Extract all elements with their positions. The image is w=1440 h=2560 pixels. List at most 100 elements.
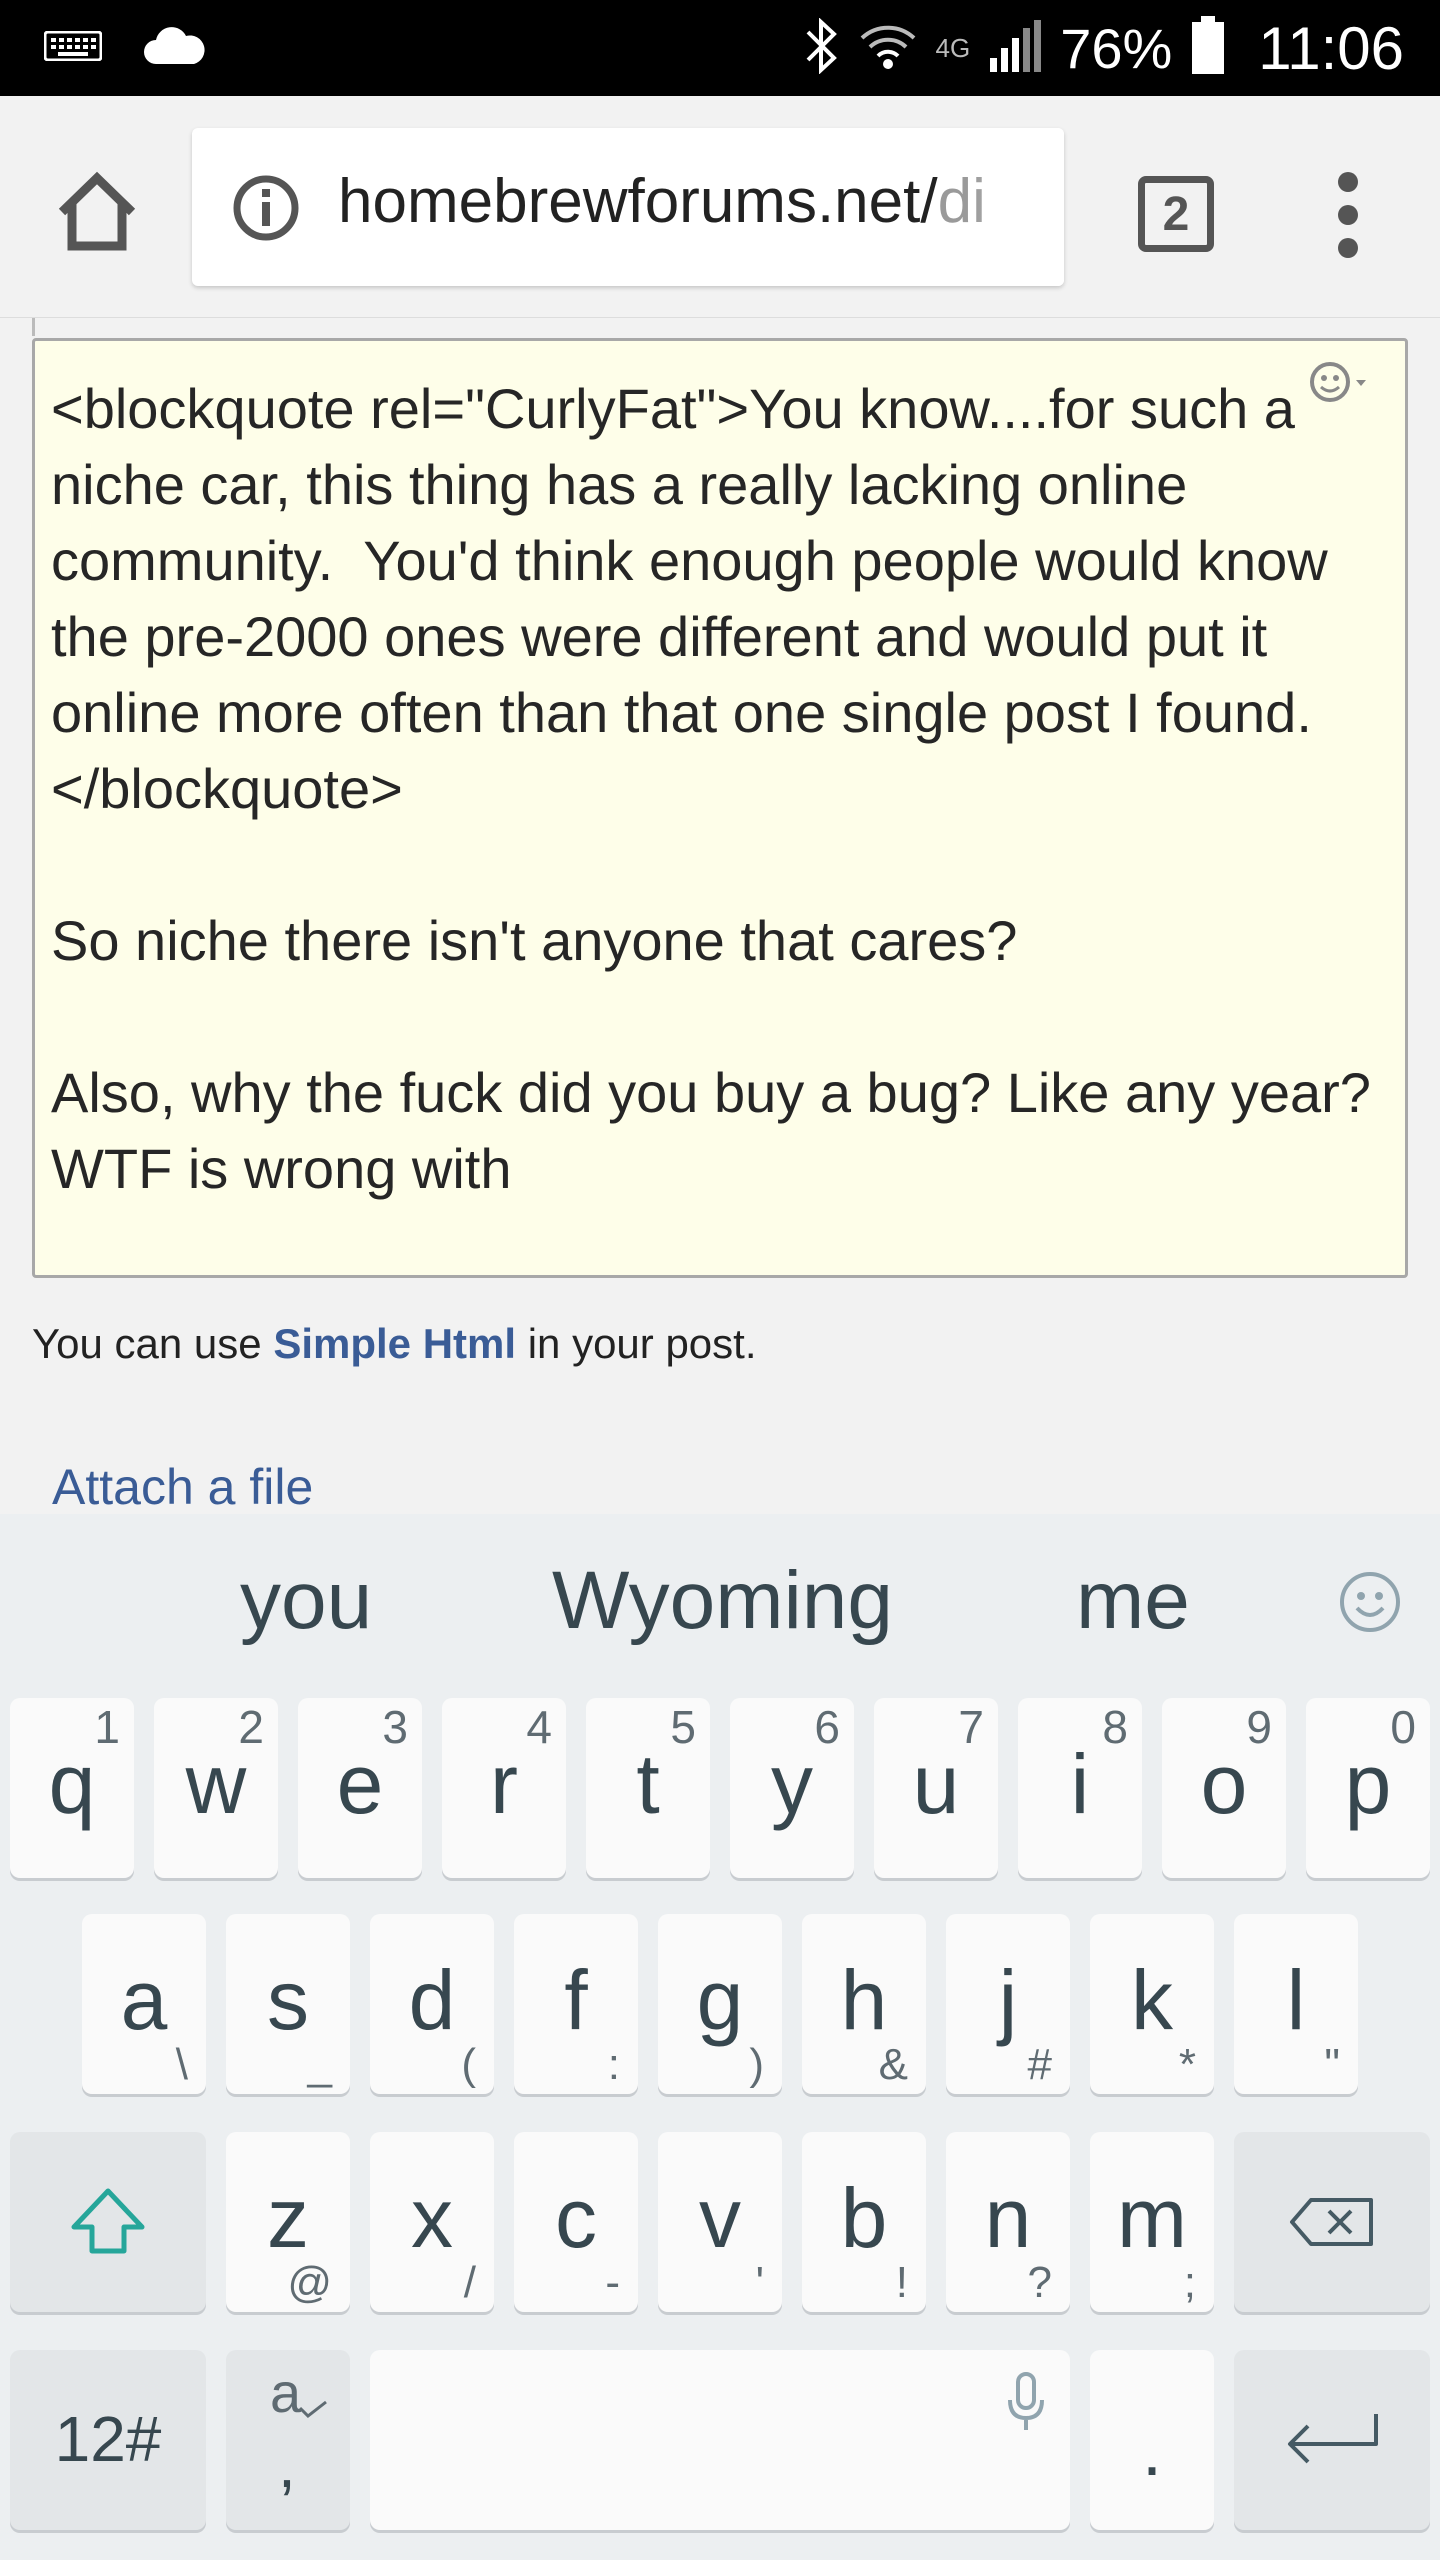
key-letter: n xyxy=(984,2171,1032,2265)
soft-keyboard: you Wyoming me 12# a , . q1w2e3r4t5y6u7i… xyxy=(0,1514,1440,2560)
key-alt-symbol: @ xyxy=(287,2258,332,2307)
key-n[interactable]: n? xyxy=(946,2132,1070,2312)
key-alt-symbol: 6 xyxy=(814,1701,840,1753)
key-e[interactable]: e3 xyxy=(298,1698,422,1878)
network-type: 4G xyxy=(935,32,971,63)
attach-file-link[interactable]: Attach a file xyxy=(52,1458,313,1514)
key-letter: h xyxy=(840,1953,888,2047)
key-i[interactable]: i8 xyxy=(1018,1698,1142,1878)
post-editor[interactable]: <blockquote rel="CurlyFat">You know....f… xyxy=(32,338,1408,1278)
battery-percent: 76% xyxy=(1060,16,1173,80)
url-bar[interactable]: homebrewforums.net/di xyxy=(192,128,1064,286)
key-a[interactable]: a \ xyxy=(82,1914,206,2094)
smilies-button[interactable] xyxy=(1308,358,1372,408)
key-u[interactable]: u7 xyxy=(874,1698,998,1878)
key-c[interactable]: c- xyxy=(514,2132,638,2312)
key-s[interactable]: s _ xyxy=(226,1914,350,2094)
key-d[interactable]: d( xyxy=(370,1914,494,2094)
key-alt-symbol: 3 xyxy=(382,1701,408,1753)
key-letter: d xyxy=(408,1953,456,2047)
key-r[interactable]: r4 xyxy=(442,1698,566,1878)
key-letter: w xyxy=(185,1737,247,1831)
suggestion-2[interactable]: Wyoming xyxy=(552,1554,893,1648)
language-comma-key[interactable]: a , xyxy=(226,2350,350,2530)
symbols-key[interactable]: 12# xyxy=(10,2350,206,2530)
key-alt-symbol: ; xyxy=(1183,2258,1196,2307)
key-alt-symbol: ' xyxy=(755,2258,764,2307)
key-letter: u xyxy=(912,1737,960,1831)
info-icon[interactable] xyxy=(232,174,300,242)
microphone-icon[interactable] xyxy=(1006,2372,1046,2434)
key-alt-symbol: / xyxy=(463,2258,476,2307)
key-letter: o xyxy=(1200,1737,1248,1831)
suggestion-1[interactable]: you xyxy=(240,1554,372,1648)
key-alt-symbol: 8 xyxy=(1102,1701,1128,1753)
key-h[interactable]: h & xyxy=(802,1914,926,2094)
key-alt-symbol: " xyxy=(1324,2040,1340,2089)
key-j[interactable]: j # xyxy=(946,1914,1070,2094)
key-letter: l xyxy=(1286,1953,1306,2047)
key-letter: b xyxy=(840,2171,888,2265)
key-b[interactable]: b! xyxy=(802,2132,926,2312)
backspace-key[interactable] xyxy=(1234,2132,1430,2312)
space-key[interactable] xyxy=(370,2350,1070,2530)
suggestion-3[interactable]: me xyxy=(1076,1554,1190,1648)
home-icon xyxy=(58,171,136,251)
key-alt-symbol: : xyxy=(607,2040,620,2089)
url-domain: homebrewforums.net/ xyxy=(338,167,938,236)
key-p[interactable]: p0 xyxy=(1306,1698,1430,1878)
key-x[interactable]: x / xyxy=(370,2132,494,2312)
key-alt-symbol: _ xyxy=(307,2040,332,2089)
signal-icon xyxy=(988,18,1042,79)
period-key[interactable]: . xyxy=(1090,2350,1214,2530)
key-letter: t xyxy=(636,1737,660,1831)
key-q[interactable]: q1 xyxy=(10,1698,134,1878)
backspace-icon xyxy=(1290,2198,1373,2246)
key-k[interactable]: k * xyxy=(1090,1914,1214,2094)
key-l[interactable]: l " xyxy=(1234,1914,1358,2094)
simple-html-link[interactable]: Simple Html xyxy=(273,1320,516,1367)
html-hint: You can use Simple Html in your post. xyxy=(32,1320,757,1367)
key-letter: y xyxy=(771,1737,813,1831)
key-alt-symbol: ? xyxy=(1027,2258,1052,2307)
key-letter: k xyxy=(1131,1953,1173,2047)
key-alt-symbol: 0 xyxy=(1390,1701,1416,1753)
editor-toolbar-edge xyxy=(32,318,952,336)
key-alt-symbol: ) xyxy=(749,2040,764,2089)
smiley-icon xyxy=(1310,362,1366,402)
shift-icon xyxy=(71,2188,145,2254)
key-letter: g xyxy=(696,1953,744,2047)
key-v[interactable]: v ' xyxy=(658,2132,782,2312)
clock: 11:06 xyxy=(1258,14,1404,82)
key-alt-symbol: 1 xyxy=(94,1701,120,1753)
key-alt-symbol: 2 xyxy=(238,1701,264,1753)
browser-toolbar: homebrewforums.net/di 2 xyxy=(0,96,1440,318)
bluetooth-icon xyxy=(804,16,840,79)
key-t[interactable]: t5 xyxy=(586,1698,710,1878)
key-alt-symbol: * xyxy=(1178,2040,1196,2089)
key-letter: a xyxy=(120,1953,168,2047)
overflow-menu-button[interactable] xyxy=(1330,172,1366,258)
shift-key[interactable] xyxy=(10,2132,206,2312)
checkmark-icon xyxy=(298,2400,327,2418)
cloud-icon xyxy=(142,26,206,71)
enter-icon xyxy=(1288,2414,1378,2464)
key-g[interactable]: g) xyxy=(658,1914,782,2094)
key-letter: p xyxy=(1344,1737,1392,1831)
key-letter: r xyxy=(490,1737,518,1831)
key-letter: q xyxy=(48,1737,96,1831)
enter-key[interactable] xyxy=(1234,2350,1430,2530)
key-o[interactable]: o9 xyxy=(1162,1698,1286,1878)
key-f[interactable]: f: xyxy=(514,1914,638,2094)
tab-switcher-button[interactable]: 2 xyxy=(1138,176,1214,252)
key-y[interactable]: y6 xyxy=(730,1698,854,1878)
key-alt-symbol: 7 xyxy=(958,1701,984,1753)
key-w[interactable]: w2 xyxy=(154,1698,278,1878)
emoji-icon[interactable] xyxy=(1338,1570,1402,1634)
key-letter: x xyxy=(411,2171,453,2265)
key-alt-symbol: & xyxy=(878,2040,908,2089)
battery-icon xyxy=(1190,15,1226,81)
key-z[interactable]: z @ xyxy=(226,2132,350,2312)
key-m[interactable]: m; xyxy=(1090,2132,1214,2312)
home-button[interactable] xyxy=(52,166,142,256)
